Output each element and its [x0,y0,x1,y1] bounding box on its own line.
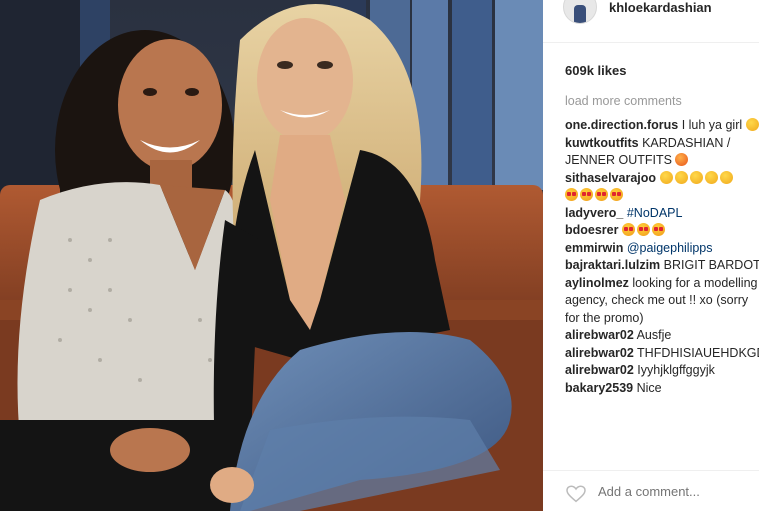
add-comment-input[interactable] [598,484,748,499]
profile-avatar[interactable] [563,0,597,24]
heart-eyes-emoji-icon [621,223,635,236]
comment-username[interactable]: bajraktari.lulzim [565,258,660,272]
load-more-comments-link[interactable]: load more comments [565,94,682,108]
grin-emoji-icon [745,118,759,131]
comment-item: bdoesrer [565,222,759,240]
comment-item: bakary2539 Nice [565,380,759,398]
comment-hashtag-link[interactable]: #NoDAPL [627,206,683,220]
grin-emoji-icon [659,170,673,184]
comment-text: Ausfje [636,328,672,342]
peach-emoji-icon [675,153,689,166]
grin-emoji-icon [689,170,703,184]
comment-mention-link[interactable]: @paigephilipps [627,241,713,255]
comment-username[interactable]: alirebwar02 [565,346,634,360]
heart-eyes-emoji-icon [565,188,578,201]
heart-eyes-emoji-icon [636,223,650,236]
comment-list: one.direction.forus I luh ya girl kuwtko… [565,117,759,397]
heart-eyes-emoji-icon [651,223,665,236]
comment-text: Nice [636,380,662,395]
comment-item: alirebwar02 Iyyhjklgffggyjk [565,362,759,380]
comment-item: sithaselvarajoo [565,170,759,188]
comment-username[interactable]: emmirwin [565,241,623,255]
comment-item: aylinolmez looking for a modelling agenc… [565,275,759,328]
comment-item: emmirwin @paigephilipps [565,240,759,258]
post-header: khloekardashian [543,0,759,43]
avatar-figure [574,5,586,23]
comment-username[interactable]: one.direction.forus [565,118,678,132]
comment-text: I luh ya girl [681,118,743,132]
comment-username[interactable]: kuwtkoutfits [565,136,639,150]
comment-item: bajraktari.lulzim BRIGIT BARDOT [565,257,759,275]
post-side-panel: khloekardashian 609k likes load more com… [543,0,759,511]
comment-footer [543,470,759,511]
comment-text: BRIGIT BARDOT [663,258,759,272]
grin-emoji-icon [674,170,688,184]
comment-username[interactable]: bakary2539 [565,381,633,395]
post-photo[interactable] [0,0,543,511]
comment-username[interactable]: sithaselvarajoo [565,171,656,185]
grin-emoji-icon [719,170,733,184]
comment-text: THFDHISIAUEHDKGD [637,345,759,360]
post-username[interactable]: khloekardashian [609,0,712,15]
comment-item: alirebwar02 Ausfje [565,327,759,345]
likes-count[interactable]: 609k likes [565,63,626,78]
comment-username[interactable]: alirebwar02 [565,328,634,342]
comment-text: Iyyhjklgffggyjk [637,363,715,377]
comment-item: one.direction.forus I luh ya girl [565,117,759,135]
heart-eyes-emoji-icon [580,188,593,201]
comment-username[interactable]: bdoesrer [565,223,619,237]
comment-item-continued [565,187,759,205]
comment-item: ladyvero_ #NoDAPL [565,205,759,223]
grin-emoji-icon [704,170,718,184]
comment-username[interactable]: ladyvero_ [565,206,623,220]
comment-username[interactable]: aylinolmez [565,276,629,290]
heart-outline-icon[interactable] [565,485,587,503]
comment-item: kuwtkoutfits KARDASHIAN / JENNER OUTFITS [565,135,759,170]
comment-username[interactable]: alirebwar02 [565,363,634,377]
heart-eyes-emoji-icon [610,188,623,201]
heart-eyes-emoji-icon [595,188,608,201]
post-photo-image [0,0,543,511]
comment-item: alirebwar02 THFDHISIAUEHDKGD [565,345,759,363]
